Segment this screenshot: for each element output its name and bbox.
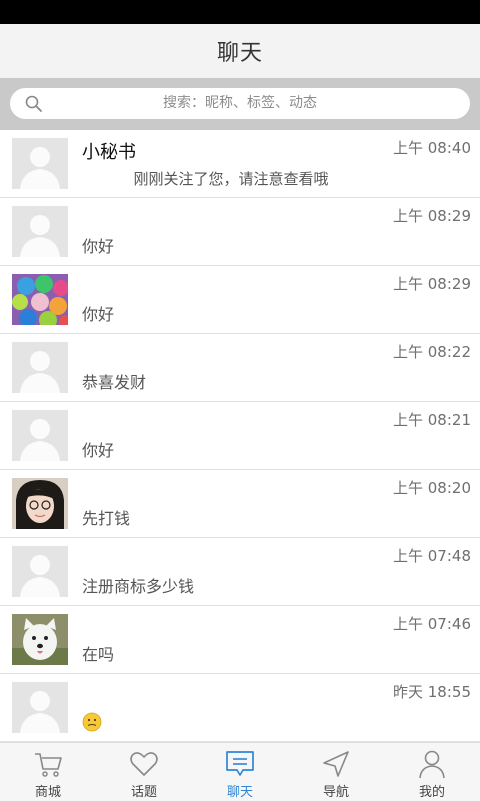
chat-list: 小秘书 上午 08:40 刚刚关注了您，请注意查看哦 上午 08:29 你好 上… xyxy=(0,130,480,742)
tab-chat[interactable]: 聊天 xyxy=(192,743,288,801)
avatar[interactable] xyxy=(12,206,68,257)
navigation-arrow-icon xyxy=(323,751,349,777)
chat-last-message: 在吗 xyxy=(82,645,115,664)
tab-label: 导航 xyxy=(322,785,349,800)
avatar[interactable] xyxy=(12,614,68,665)
tab-topics[interactable]: 话题 xyxy=(96,743,192,801)
chat-item[interactable]: 上午 08:21 你好 xyxy=(0,402,480,470)
white-dog-photo xyxy=(12,614,68,665)
search-placeholder: 搜索：昵称、标签、动态 xyxy=(163,95,317,111)
avatar[interactable] xyxy=(12,342,68,393)
default-avatar-icon xyxy=(12,138,68,189)
chat-last-message: 你好 xyxy=(82,237,115,256)
chat-last-message: 你好 xyxy=(82,441,115,460)
avatar[interactable] xyxy=(12,478,68,529)
chat-time: 上午 08:29 xyxy=(393,275,471,293)
chat-last-message: 刚刚关注了您，请注意查看哦 xyxy=(133,170,329,188)
avatar[interactable] xyxy=(12,682,68,733)
chat-time: 上午 08:40 xyxy=(393,139,471,157)
default-avatar-icon xyxy=(12,682,68,733)
chat-time: 上午 08:29 xyxy=(393,207,471,225)
tab-label: 我的 xyxy=(418,785,445,800)
chat-time: 上午 08:21 xyxy=(393,411,471,429)
colorful-balls-photo xyxy=(12,274,68,325)
tab-navigation[interactable]: 导航 xyxy=(288,743,384,801)
chat-item[interactable]: 上午 08:20 先打钱 xyxy=(0,470,480,538)
avatar[interactable] xyxy=(12,274,68,325)
default-avatar-icon xyxy=(12,546,68,597)
person-icon xyxy=(419,750,445,779)
chat-last-message: 你好 xyxy=(82,305,115,324)
chat-item[interactable]: 上午 07:46 在吗 xyxy=(0,606,480,674)
avatar[interactable] xyxy=(12,546,68,597)
avatar[interactable] xyxy=(12,138,68,189)
default-avatar-icon xyxy=(12,206,68,257)
chat-time: 上午 08:22 xyxy=(393,343,471,361)
chat-item[interactable]: 上午 07:48 注册商标多少钱 xyxy=(0,538,480,606)
cart-icon xyxy=(35,753,62,777)
search-input[interactable]: 搜索：昵称、标签、动态 xyxy=(10,88,470,119)
title-bar: 聊天 xyxy=(0,24,480,78)
awkward-face-emoji-icon xyxy=(82,712,102,732)
chat-time: 上午 07:48 xyxy=(393,547,471,565)
page-title: 聊天 xyxy=(216,41,263,66)
chat-item[interactable]: 上午 08:29 你好 xyxy=(0,266,480,334)
chat-last-message: 先打钱 xyxy=(82,509,131,528)
girl-portrait-photo xyxy=(12,478,68,529)
default-avatar-icon xyxy=(12,342,68,393)
default-avatar-icon xyxy=(12,410,68,461)
chat-last-message: 注册商标多少钱 xyxy=(82,577,195,596)
chat-time: 上午 08:20 xyxy=(393,479,471,497)
chat-time: 昨天 18:55 xyxy=(393,683,471,701)
tab-label: 商城 xyxy=(34,785,61,800)
search-bar: 搜索：昵称、标签、动态 xyxy=(0,78,480,130)
chat-item[interactable]: 上午 08:29 你好 xyxy=(0,198,480,266)
chat-time: 上午 07:46 xyxy=(393,615,471,633)
status-bar xyxy=(0,0,480,24)
chat-last-message: 恭喜发财 xyxy=(82,373,147,392)
tab-label: 聊天 xyxy=(226,785,253,800)
tab-profile[interactable]: 我的 xyxy=(384,743,480,801)
tab-label: 话题 xyxy=(130,785,157,800)
tab-mall[interactable]: 商城 xyxy=(0,743,96,801)
avatar[interactable] xyxy=(12,410,68,461)
chat-bubble-icon xyxy=(226,751,254,776)
heart-icon xyxy=(130,752,158,776)
chat-item[interactable]: 昨天 18:55 xyxy=(0,674,480,742)
chat-name: 小秘书 xyxy=(82,142,136,163)
chat-item[interactable]: 上午 08:22 恭喜发财 xyxy=(0,334,480,402)
chat-item[interactable]: 小秘书 上午 08:40 刚刚关注了您，请注意查看哦 xyxy=(0,130,480,198)
bottom-tab-bar: 商城 话题 聊天 导航 我的 xyxy=(0,742,480,801)
